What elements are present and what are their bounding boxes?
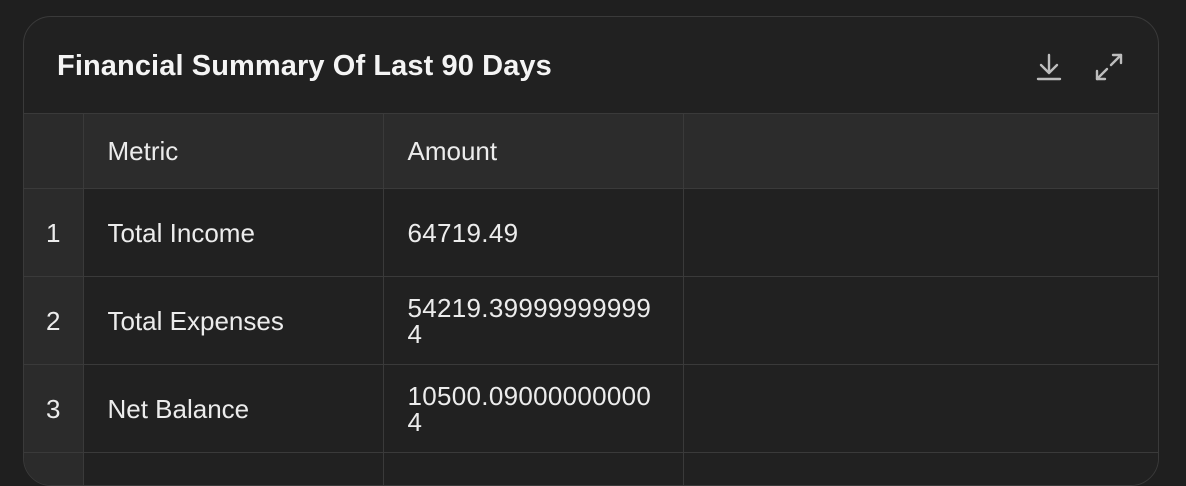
empty-cell <box>683 365 1159 453</box>
card-header: Financial Summary Of Last 90 Days <box>24 17 1158 114</box>
table-row[interactable]: 3 Net Balance 10500.090000000004 <box>24 365 1159 453</box>
data-table: Metric Amount 1 Total Income 64719. <box>24 114 1159 486</box>
financial-summary-card: Financial Summary Of Last 90 Days <box>23 16 1159 486</box>
empty-cell <box>683 189 1159 277</box>
empty-cell <box>683 277 1159 365</box>
table-row[interactable]: 1 Total Income 64719.49 <box>24 189 1159 277</box>
column-header-metric[interactable]: Metric <box>83 114 383 189</box>
metric-cell[interactable]: Net Balance <box>83 365 383 453</box>
row-index-cell: 2 <box>24 277 83 365</box>
expand-icon <box>1094 52 1124 82</box>
card-title: Financial Summary Of Last 90 Days <box>57 50 552 83</box>
table-header-row: Metric Amount <box>24 114 1159 189</box>
metric-cell <box>83 453 383 486</box>
expand-button[interactable] <box>1093 51 1125 83</box>
table-row[interactable]: 2 Total Expenses 54219.399999999994 <box>24 277 1159 365</box>
table-row-partial <box>24 453 1159 486</box>
amount-cell <box>383 453 683 486</box>
metric-cell[interactable]: Total Income <box>83 189 383 277</box>
download-icon <box>1036 52 1062 82</box>
column-header-amount[interactable]: Amount <box>383 114 683 189</box>
download-button[interactable] <box>1033 51 1065 83</box>
column-header-empty <box>683 114 1159 189</box>
amount-cell[interactable]: 64719.49 <box>383 189 683 277</box>
row-index-cell: 1 <box>24 189 83 277</box>
amount-cell[interactable]: 10500.090000000004 <box>383 365 683 453</box>
empty-cell <box>683 453 1159 486</box>
row-index-cell <box>24 453 83 486</box>
metric-cell[interactable]: Total Expenses <box>83 277 383 365</box>
row-index-cell: 3 <box>24 365 83 453</box>
amount-cell[interactable]: 54219.399999999994 <box>383 277 683 365</box>
column-header-index[interactable] <box>24 114 83 189</box>
